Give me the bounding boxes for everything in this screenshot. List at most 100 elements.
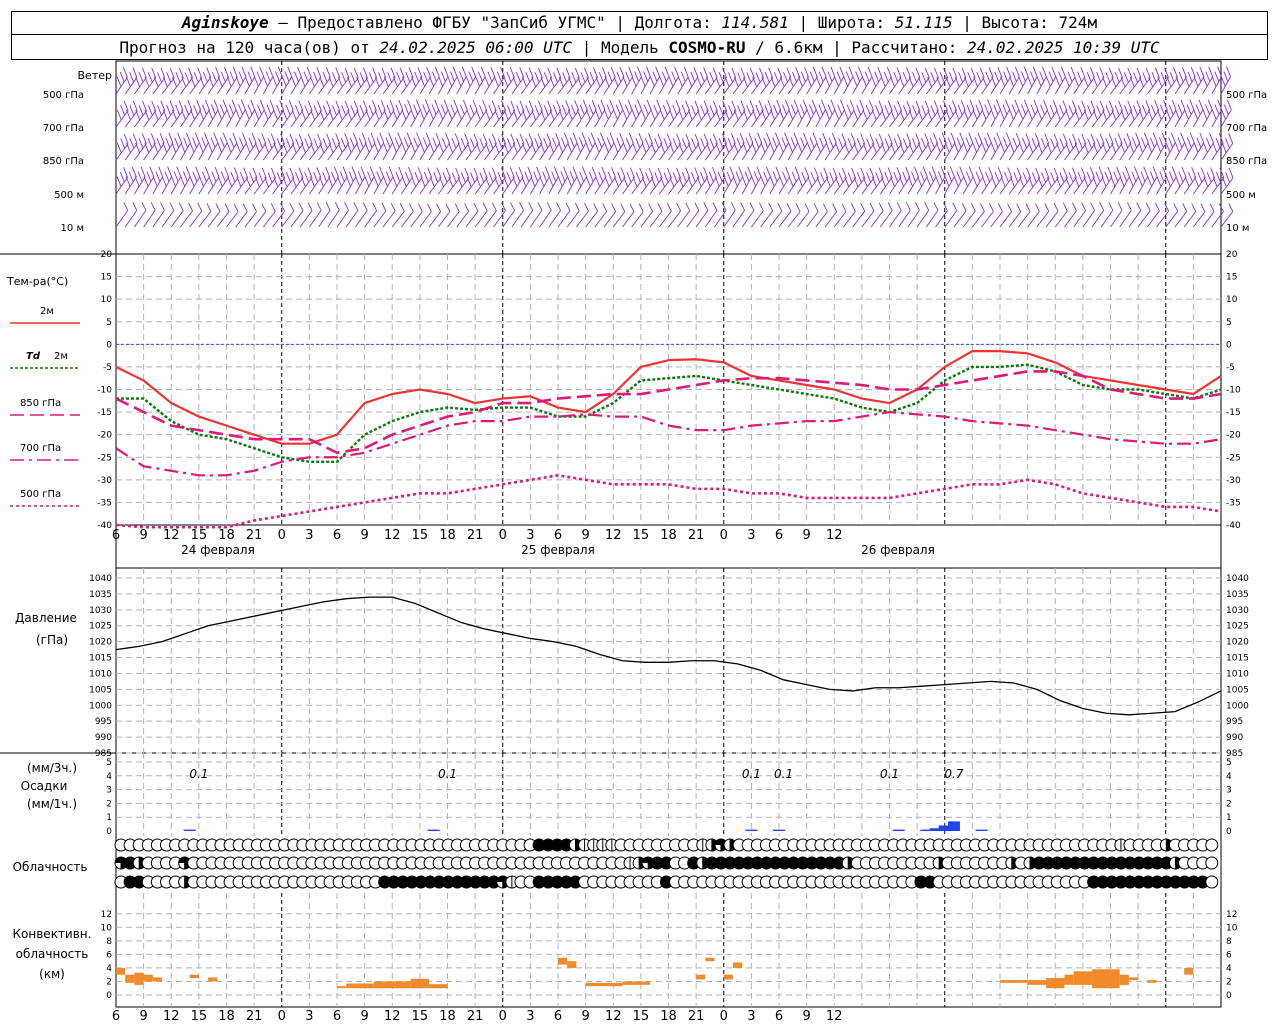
- wind-barb: [539, 67, 553, 95]
- wind-barb: [456, 203, 470, 228]
- wind-barb: [879, 100, 893, 128]
- x-tick-label-bottom: 3: [305, 1009, 313, 1024]
- conv-tick-left: 8: [106, 937, 112, 947]
- precip-amount-label: 0.1: [742, 767, 761, 781]
- temp-legend-label: 850 гПа: [20, 398, 61, 409]
- x-tick-label-temp: 6: [554, 528, 562, 543]
- wind-barb: [456, 133, 470, 161]
- precip-bar: [427, 829, 440, 831]
- wind-barb: [999, 203, 1012, 228]
- wind-barb: [281, 100, 294, 128]
- conv-cloud-layer: [429, 984, 448, 989]
- wind-barb: [1008, 167, 1022, 195]
- wind-barb: [741, 202, 755, 228]
- wind-barb: [925, 67, 939, 95]
- wind-barb: [1036, 99, 1049, 128]
- pressure-tick-left: 1005: [89, 685, 112, 695]
- wind-barb: [428, 167, 442, 195]
- wind-barb: [962, 166, 974, 195]
- conv-tick-right: 10: [1226, 923, 1238, 933]
- wind-barb: [382, 99, 395, 128]
- wind-barb: [1174, 67, 1187, 95]
- wind-barb: [769, 67, 783, 95]
- wind-barb: [999, 99, 1010, 128]
- wind-barb: [134, 133, 147, 161]
- wind-barb: [1091, 67, 1105, 95]
- x-tick-label-temp: 3: [526, 528, 534, 543]
- wind-barb: [576, 202, 589, 228]
- cloud-symbol: [1205, 856, 1219, 870]
- wind-barb: [419, 132, 431, 161]
- wind-barb: [760, 166, 771, 195]
- x-tick-label-temp: 12: [605, 528, 622, 543]
- wind-barb: [723, 100, 737, 128]
- wind-barb: [990, 203, 1003, 228]
- wind-barb: [1165, 132, 1176, 161]
- wind-barb: [1027, 203, 1040, 228]
- wind-barb: [437, 203, 451, 228]
- wind-barb: [1054, 66, 1066, 95]
- wind-barb: [290, 100, 304, 128]
- x-tick-label-bottom: 12: [826, 1009, 843, 1024]
- conv-cloud-layer: [152, 977, 163, 982]
- wind-barb: [806, 66, 818, 95]
- precip-amount-label: 0.7: [944, 767, 963, 781]
- wind-barb: [797, 132, 808, 161]
- conv-cloud-layer: [337, 986, 347, 989]
- wind-barb: [318, 100, 332, 128]
- wind-barb: [944, 100, 957, 128]
- wind-barb: [1165, 67, 1178, 95]
- wind-barb: [143, 133, 156, 161]
- wind-barb: [235, 167, 249, 195]
- date-label: 24 февраля: [181, 543, 255, 557]
- wind-barb: [751, 202, 764, 228]
- x-tick-label-temp: 18: [218, 528, 235, 543]
- wind-barb: [916, 100, 930, 128]
- x-tick-label-temp: 12: [163, 528, 180, 543]
- wind-barb: [124, 202, 138, 228]
- wind-barb: [134, 100, 147, 128]
- wind-barb: [391, 132, 403, 161]
- precip-title: Осадки: [21, 779, 68, 793]
- wind-barb: [1082, 133, 1096, 161]
- wind-barb: [714, 202, 727, 228]
- wind-barb: [1165, 99, 1177, 128]
- wind-barb: [161, 100, 175, 128]
- wind-barb: [1110, 133, 1123, 161]
- wind-barb: [778, 132, 789, 161]
- x-tick-label-temp: 3: [747, 528, 755, 543]
- wind-barb: [309, 133, 322, 161]
- wind-barb: [419, 99, 430, 128]
- wind-barb: [622, 132, 634, 161]
- wind-barb: [806, 167, 819, 195]
- wind-barb: [907, 202, 920, 228]
- wind-barb: [981, 166, 994, 195]
- wind-barb: [216, 66, 229, 95]
- temp-tick-right: -35: [1226, 498, 1241, 508]
- wind-barb: [1165, 166, 1177, 195]
- wind-barb: [944, 132, 956, 161]
- wind-barb: [511, 166, 524, 195]
- wind-barb: [843, 99, 855, 128]
- x-tick-label-bottom: 12: [163, 1009, 180, 1024]
- wind-barb: [493, 167, 506, 195]
- conv-cloud-layer: [622, 981, 651, 985]
- temp-tick-left: 0: [106, 340, 112, 350]
- wind-barb: [474, 133, 488, 161]
- wind-barb: [373, 202, 387, 228]
- wind-barb: [447, 99, 459, 128]
- wind-barb: [226, 132, 238, 161]
- wind-barb: [226, 203, 239, 228]
- wind-barb: [889, 100, 902, 128]
- wind-barb: [1018, 99, 1029, 128]
- x-tick-label-bottom: 3: [526, 1009, 534, 1024]
- precip-amount-label: 0.1: [189, 767, 208, 781]
- wind-barb: [1128, 67, 1142, 95]
- wind-barb: [216, 167, 230, 195]
- wind-barb: [806, 203, 819, 228]
- wind-barb: [373, 166, 384, 195]
- wind-barb: [566, 202, 580, 228]
- wind-barb: [1183, 99, 1195, 128]
- pressure-tick-left: 1035: [89, 590, 112, 600]
- conv-tick-right: 6: [1226, 950, 1232, 960]
